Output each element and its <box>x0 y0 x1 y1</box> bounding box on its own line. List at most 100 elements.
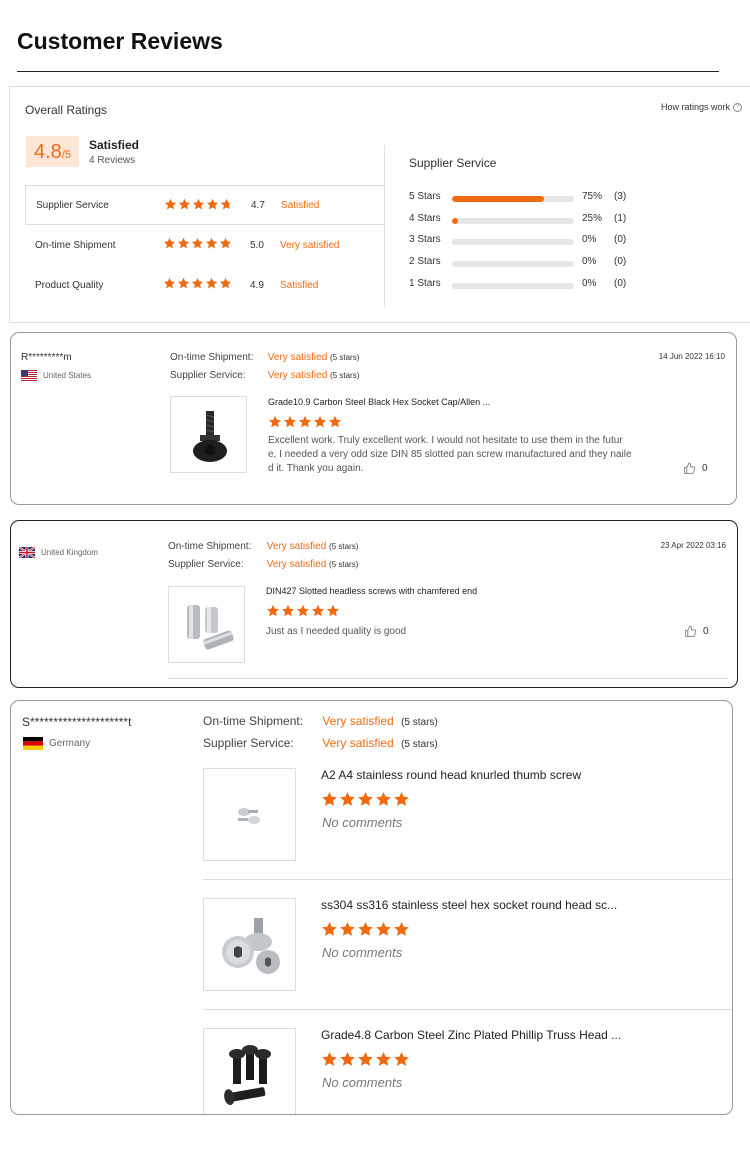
distribution-count: (0) <box>614 234 627 246</box>
socket-cap-screw-image <box>192 410 227 462</box>
star-icon <box>328 415 342 428</box>
thumb-screw-image <box>237 807 260 824</box>
how-ratings-work-text: How ratings work <box>660 102 730 112</box>
review-count: 4 Reviews <box>89 155 136 166</box>
overall-score-badge: 4.8 /5 <box>26 136 79 167</box>
shipment-count: (5 stars) <box>329 542 359 551</box>
star-icon <box>268 415 282 428</box>
like-count: 0 <box>703 626 709 637</box>
product-thumbnail[interactable] <box>203 768 296 861</box>
divider <box>203 879 732 880</box>
star-icon <box>191 277 204 289</box>
distribution-bar-track <box>452 239 574 246</box>
review-card: S*********************t Germany On-time … <box>10 700 733 1115</box>
product-stars <box>268 415 343 429</box>
product-title[interactable]: Grade4.8 Carbon Steel Zinc Plated Philli… <box>321 1028 621 1042</box>
product-title[interactable]: Grade10.9 Carbon Steel Black Hex Socket … <box>268 397 490 407</box>
reviewer-country: United Kingdom <box>19 547 98 558</box>
overall-ratings-label: Overall Ratings <box>25 103 108 117</box>
star-icon <box>376 792 391 806</box>
review-card: United Kingdom On-time Shipment: Very sa… <box>10 520 738 688</box>
star-icon <box>192 198 205 210</box>
thumbs-up-icon <box>684 462 696 474</box>
distribution-percent: 25% <box>582 212 603 224</box>
star-icon <box>266 604 280 617</box>
star-icon <box>358 922 373 936</box>
metric-text: Very satisfied <box>280 239 340 251</box>
metric-row-supplier-service: Supplier Service 4.7 Satisfied <box>25 185 385 225</box>
star-icon <box>340 792 355 806</box>
shipment-rating: On-time Shipment: Very satisfied (5 star… <box>170 352 359 363</box>
distribution-row: 4 Stars 25% (1) <box>409 213 729 227</box>
like-button[interactable]: 0 <box>684 625 709 638</box>
reviewer-country: Germany <box>23 737 90 750</box>
product-thumbnail[interactable] <box>203 898 296 991</box>
distribution-bar-track <box>452 261 574 268</box>
half-star-icon <box>220 198 233 210</box>
service-value: Very satisfied <box>266 559 327 570</box>
star-icon <box>322 922 337 936</box>
product-thumbnail[interactable] <box>203 1028 296 1114</box>
product-thumbnail[interactable] <box>170 396 247 473</box>
service-label: Supplier Service: <box>203 736 294 750</box>
like-button[interactable]: 0 <box>683 462 708 475</box>
country-name: United States <box>43 371 92 380</box>
product-stars <box>321 1051 411 1068</box>
page-title: Customer Reviews <box>17 28 223 54</box>
country-name: Germany <box>49 738 91 749</box>
distribution-row: 5 Stars 75% (3) <box>409 191 729 205</box>
shipment-count: (5 stars) <box>401 717 438 728</box>
star-icon <box>191 237 204 249</box>
distribution-bar-track <box>452 196 574 202</box>
comment-line: d it. Thank you again. <box>268 463 364 474</box>
divider <box>203 1009 732 1010</box>
star-icon <box>394 792 409 806</box>
star-icon <box>340 922 355 936</box>
distribution-count: (1) <box>614 212 627 224</box>
review-comment: Just as I needed quality is good <box>266 625 406 639</box>
product-title[interactable]: ss304 ss316 stainless steel hex socket r… <box>321 898 617 912</box>
star-icon <box>219 237 232 249</box>
overall-ratings-panel: Overall Ratings How ratings work ? 4.8 /… <box>9 86 750 323</box>
star-icon <box>311 604 325 617</box>
reviewer-name: R*********m <box>21 352 72 363</box>
service-rating: Supplier Service: Very satisfied (5 star… <box>203 736 438 750</box>
flag-de-icon <box>23 737 43 750</box>
star-icon <box>394 922 409 936</box>
star-icon <box>394 1052 409 1066</box>
metric-row-on-time-shipment: On-time Shipment 5.0 Very satisfied <box>25 225 385 265</box>
distribution-percent: 0% <box>582 256 597 268</box>
distribution-row: 3 Stars 0% (0) <box>409 234 729 248</box>
star-icon <box>376 922 391 936</box>
metric-text: Satisfied <box>280 279 319 291</box>
service-label: Supplier Service: <box>168 559 244 570</box>
flag-uk-icon <box>19 547 35 558</box>
shipment-label: On-time Shipment: <box>168 541 252 552</box>
distribution-bar-track <box>452 217 574 224</box>
star-icon <box>163 237 176 249</box>
distribution-label: 3 Stars <box>409 234 441 246</box>
distribution-bar-fill <box>452 196 544 202</box>
star-icon <box>163 277 176 289</box>
how-ratings-work-link[interactable]: How ratings work ? <box>661 102 742 112</box>
like-count: 0 <box>702 463 708 474</box>
product-title[interactable]: A2 A4 stainless round head knurled thumb… <box>321 768 581 782</box>
distribution-count: (0) <box>614 277 627 289</box>
star-icon <box>164 198 177 210</box>
metric-value: 4.9 <box>250 279 264 291</box>
star-icon <box>340 1052 355 1066</box>
service-rating: Supplier Service: Very satisfied (5 star… <box>168 559 358 570</box>
star-icon <box>322 1052 337 1066</box>
service-rating: Supplier Service: Very satisfied (5 star… <box>170 370 359 381</box>
distribution-bar-track <box>452 282 574 289</box>
overall-score-suffix: /5 <box>61 149 71 161</box>
flag-us-icon <box>21 370 37 381</box>
metric-label: On-time Shipment <box>35 239 116 251</box>
product-title[interactable]: DIN427 Slotted headless screws with cham… <box>266 586 477 596</box>
product-thumbnail[interactable] <box>168 586 245 663</box>
distribution-row: 2 Stars 0% (0) <box>409 256 729 270</box>
star-icon <box>283 415 297 428</box>
metric-stars <box>163 237 233 251</box>
shipment-count: (5 stars) <box>330 353 360 362</box>
divider <box>384 145 385 185</box>
